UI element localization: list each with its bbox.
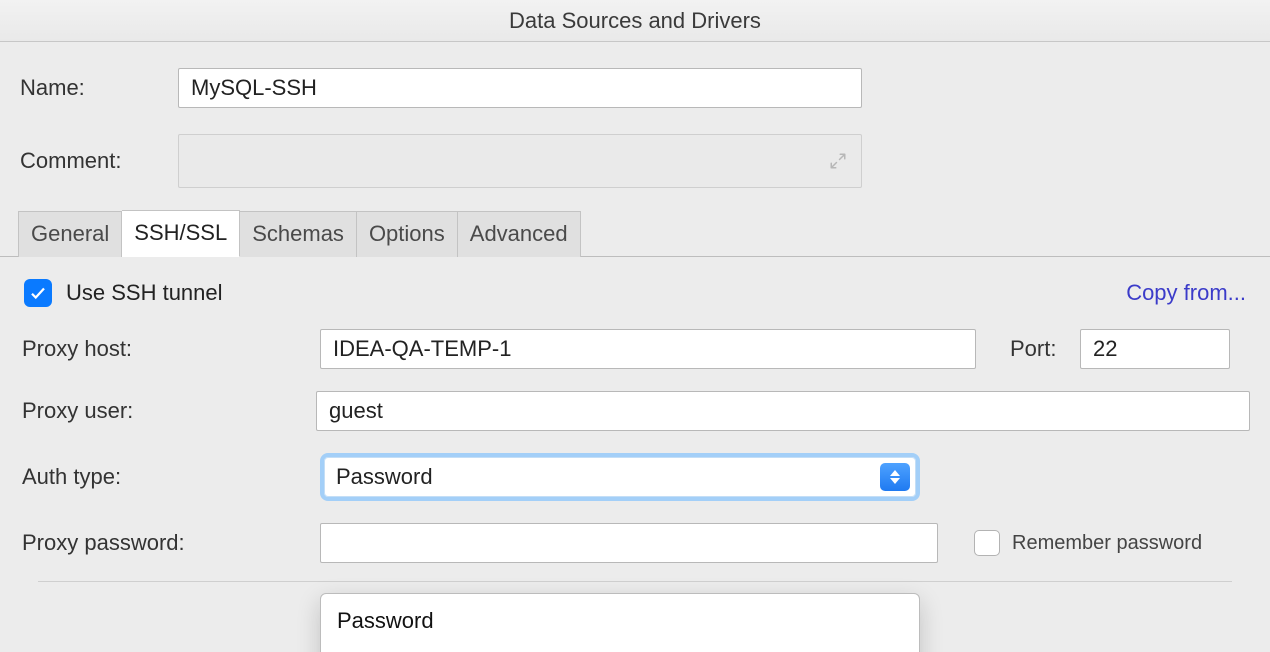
port-input[interactable]	[1080, 329, 1230, 369]
auth-type-dropdown: Password Key pair (OpenSSH or PuTTY) Ope…	[320, 593, 920, 652]
expand-icon[interactable]	[829, 152, 847, 170]
chevron-up-down-icon	[880, 463, 910, 491]
name-label: Name:	[20, 75, 178, 101]
proxy-host-input[interactable]	[320, 329, 976, 369]
tab-bar: General SSH/SSL Schemas Options Advanced	[0, 212, 1270, 257]
comment-input[interactable]	[178, 134, 862, 188]
separator	[38, 581, 1232, 582]
header-form: Name: Comment:	[0, 42, 1270, 212]
auth-option-keypair[interactable]: Key pair (OpenSSH or PuTTY)	[321, 642, 919, 652]
tab-advanced[interactable]: Advanced	[458, 211, 581, 257]
proxy-password-label: Proxy password:	[20, 530, 320, 556]
proxy-host-label: Proxy host:	[20, 336, 320, 362]
use-ssh-tunnel-checkbox[interactable]	[24, 279, 52, 307]
auth-option-password[interactable]: Password	[321, 600, 919, 642]
tab-options[interactable]: Options	[357, 211, 458, 257]
name-input[interactable]	[178, 68, 862, 108]
auth-type-selected-value: Password	[336, 464, 433, 490]
use-ssh-tunnel-label: Use SSH tunnel	[66, 280, 223, 306]
comment-label: Comment:	[20, 148, 178, 174]
tab-general[interactable]: General	[18, 211, 122, 257]
dialog-title: Data Sources and Drivers	[0, 0, 1270, 42]
proxy-password-input[interactable]	[320, 523, 938, 563]
proxy-user-label: Proxy user:	[20, 398, 316, 424]
copy-from-link[interactable]: Copy from...	[1126, 280, 1246, 306]
auth-type-label: Auth type:	[20, 464, 320, 490]
tab-ssh-ssl[interactable]: SSH/SSL	[122, 210, 240, 257]
auth-type-select[interactable]: Password	[320, 453, 920, 501]
window: Data Sources and Drivers Name: Comment: …	[0, 0, 1270, 652]
remember-password-label: Remember password	[1012, 532, 1202, 555]
dialog-title-text: Data Sources and Drivers	[509, 8, 761, 34]
proxy-user-input[interactable]	[316, 391, 1250, 431]
port-label: Port:	[1010, 336, 1080, 362]
tab-content-ssh: Use SSH tunnel Copy from... Proxy host: …	[0, 257, 1270, 604]
tab-schemas[interactable]: Schemas	[240, 211, 357, 257]
remember-password-checkbox[interactable]	[974, 530, 1000, 556]
